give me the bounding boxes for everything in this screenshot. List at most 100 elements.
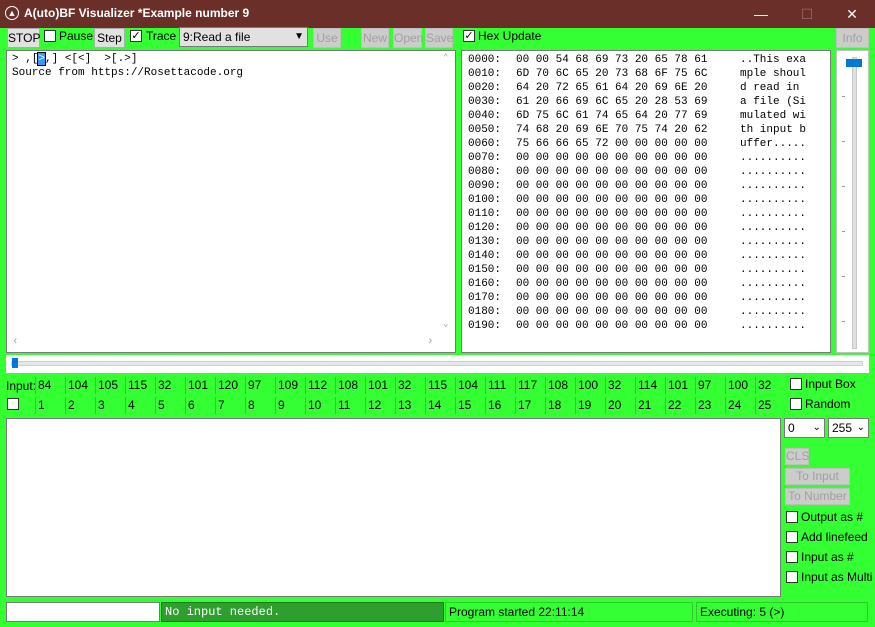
- range-max-select[interactable]: 255 ⌄: [828, 418, 869, 438]
- trace-checkbox[interactable]: ✓: [130, 30, 142, 42]
- input-value-cell[interactable]: 115: [425, 377, 455, 394]
- stop-button[interactable]: STOP: [7, 28, 40, 48]
- input-index-cell: 7: [215, 397, 245, 414]
- hex-ascii: uffer.....: [740, 138, 807, 150]
- input-index-cell: 20: [605, 397, 635, 414]
- trace-label: Trace: [146, 29, 177, 43]
- input-value-cell[interactable]: 120: [215, 377, 245, 394]
- input-value-cell[interactable]: 114: [635, 377, 665, 394]
- hex-bytes: 74 68 20 69 6E 70 75 74 20 62: [516, 124, 708, 136]
- title-bar: ▲ A(uto)BF Visualizer *Example number 9 …: [0, 0, 875, 28]
- input-value-cell[interactable]: 32: [395, 377, 425, 394]
- hex-viewer: 0000: 00 00 54 68 69 73 20 65 78 61 ..This…: [461, 50, 831, 353]
- input-value-cell[interactable]: 101: [365, 377, 395, 394]
- step-button[interactable]: Step: [94, 28, 125, 48]
- input-value-cell[interactable]: 111: [485, 377, 515, 394]
- hex-bytes: 00 00 00 00 00 00 00 00 00 00: [516, 194, 708, 206]
- hex-row: 0150: 00 00 00 00 00 00 00 00 00 00......…: [468, 263, 806, 277]
- hex-bytes: 00 00 00 00 00 00 00 00 00 00: [516, 292, 708, 304]
- new-button[interactable]: New: [361, 28, 389, 48]
- input-value-cell[interactable]: 104: [455, 377, 485, 394]
- input-values-row: 84 104 105 115 32 101 120 97 109 112 108 101 32 115 10…: [35, 377, 785, 395]
- input-value-cell[interactable]: 115: [125, 377, 155, 394]
- use-button[interactable]: Use: [313, 28, 341, 48]
- hex-address: 0070:: [468, 152, 502, 164]
- input-as-number-checkbox[interactable]: [786, 551, 798, 563]
- example-select[interactable]: 9:Read a file ▼: [179, 27, 308, 47]
- hex-ascii: ..........: [740, 306, 807, 318]
- input-index-cell: 14: [425, 397, 455, 414]
- hex-bytes: 00 00 00 00 00 00 00 00 00 00: [516, 278, 708, 290]
- input-value-cell[interactable]: 108: [545, 377, 575, 394]
- input-value-cell[interactable]: 100: [725, 377, 755, 394]
- status-input-field[interactable]: [6, 602, 160, 622]
- input-value-cell[interactable]: 112: [305, 377, 335, 394]
- input-box-checkbox[interactable]: [790, 378, 802, 390]
- status-executing: Executing: 5 (>): [696, 602, 868, 622]
- input-label: Input:: [6, 379, 37, 393]
- scroll-right-icon[interactable]: ›: [427, 336, 434, 348]
- input-enable-checkbox[interactable]: [7, 398, 19, 410]
- slider-thumb[interactable]: [12, 358, 18, 368]
- random-checkbox[interactable]: [790, 398, 802, 410]
- hex-row: 0080: 00 00 00 00 00 00 00 00 00 00......…: [468, 165, 806, 179]
- input-index-cell: 15: [455, 397, 485, 414]
- cls-button[interactable]: CLS: [785, 448, 809, 465]
- hex-bytes: 6D 75 6C 61 74 65 64 20 77 69: [516, 110, 708, 122]
- status-message: No input needed.: [161, 602, 444, 622]
- scroll-down-icon[interactable]: ⌄: [443, 319, 448, 329]
- hex-row: 0060: 75 66 66 65 72 00 00 00 00 00 uffer.…: [468, 137, 806, 151]
- maximize-button[interactable]: ☐: [784, 0, 830, 28]
- input-value-cell[interactable]: 105: [95, 377, 125, 394]
- input-value-cell[interactable]: 32: [155, 377, 185, 394]
- output-area[interactable]: [6, 418, 781, 597]
- scroll-up-icon[interactable]: ⌃: [443, 53, 448, 63]
- add-linefeed-checkbox[interactable]: [786, 531, 798, 543]
- input-index-cell: 1: [35, 397, 65, 414]
- window-title: A(uto)BF Visualizer *Example number 9: [24, 6, 250, 20]
- info-button[interactable]: Info: [836, 28, 869, 48]
- input-value-cell[interactable]: 109: [275, 377, 305, 394]
- input-as-number-label: Input as #: [801, 550, 854, 564]
- speed-slider[interactable]: [836, 50, 869, 353]
- minimize-button[interactable]: —: [738, 0, 784, 28]
- input-value-cell[interactable]: 100: [575, 377, 605, 394]
- slider-thumb[interactable]: [846, 59, 862, 67]
- input-value-cell[interactable]: 32: [755, 377, 785, 394]
- close-button[interactable]: ✕: [829, 0, 875, 28]
- input-index-cell: 12: [365, 397, 395, 414]
- input-value-cell[interactable]: 101: [185, 377, 215, 394]
- save-button[interactable]: Save: [425, 28, 453, 48]
- input-value-cell[interactable]: 117: [515, 377, 545, 394]
- input-index-cell: 9: [275, 397, 305, 414]
- input-value-cell[interactable]: 84: [35, 377, 65, 394]
- scroll-left-icon[interactable]: ‹: [12, 336, 19, 348]
- input-value-cell[interactable]: 32: [605, 377, 635, 394]
- input-value-cell[interactable]: 101: [665, 377, 695, 394]
- code-editor[interactable]: > ,[>,] <[<] >[.>] Source from https://R…: [6, 50, 456, 353]
- hex-address: 0130:: [468, 236, 502, 248]
- input-as-multi-checkbox[interactable]: [786, 571, 798, 583]
- hex-row: 0130: 00 00 00 00 00 00 00 00 00 00......…: [468, 235, 806, 249]
- range-min-select[interactable]: 0 ⌄: [784, 418, 825, 438]
- tick: [842, 141, 845, 142]
- to-number-button[interactable]: To Number: [785, 488, 850, 505]
- hex-ascii: ..........: [740, 250, 807, 262]
- pause-checkbox[interactable]: [44, 30, 56, 42]
- input-value-cell[interactable]: 108: [335, 377, 365, 394]
- open-button[interactable]: Open: [393, 28, 423, 48]
- hex-update-checkbox[interactable]: ✓: [463, 30, 475, 42]
- input-value-cell[interactable]: 97: [695, 377, 725, 394]
- hex-address: 0160:: [468, 278, 502, 290]
- input-value-cell[interactable]: 104: [65, 377, 95, 394]
- output-as-number-checkbox[interactable]: [786, 511, 798, 523]
- input-value-cell[interactable]: 97: [245, 377, 275, 394]
- hex-bytes: 00 00 00 00 00 00 00 00 00 00: [516, 222, 708, 234]
- hex-row: 0100: 00 00 00 00 00 00 00 00 00 00......…: [468, 193, 806, 207]
- hex-ascii: d read in: [740, 82, 807, 94]
- hex-ascii: a file (Si: [740, 96, 807, 108]
- to-input-button[interactable]: To Input: [785, 468, 850, 485]
- position-slider[interactable]: [6, 355, 869, 373]
- hex-bytes: 00 00 00 00 00 00 00 00 00 00: [516, 180, 708, 192]
- input-index-cell: 2: [65, 397, 95, 414]
